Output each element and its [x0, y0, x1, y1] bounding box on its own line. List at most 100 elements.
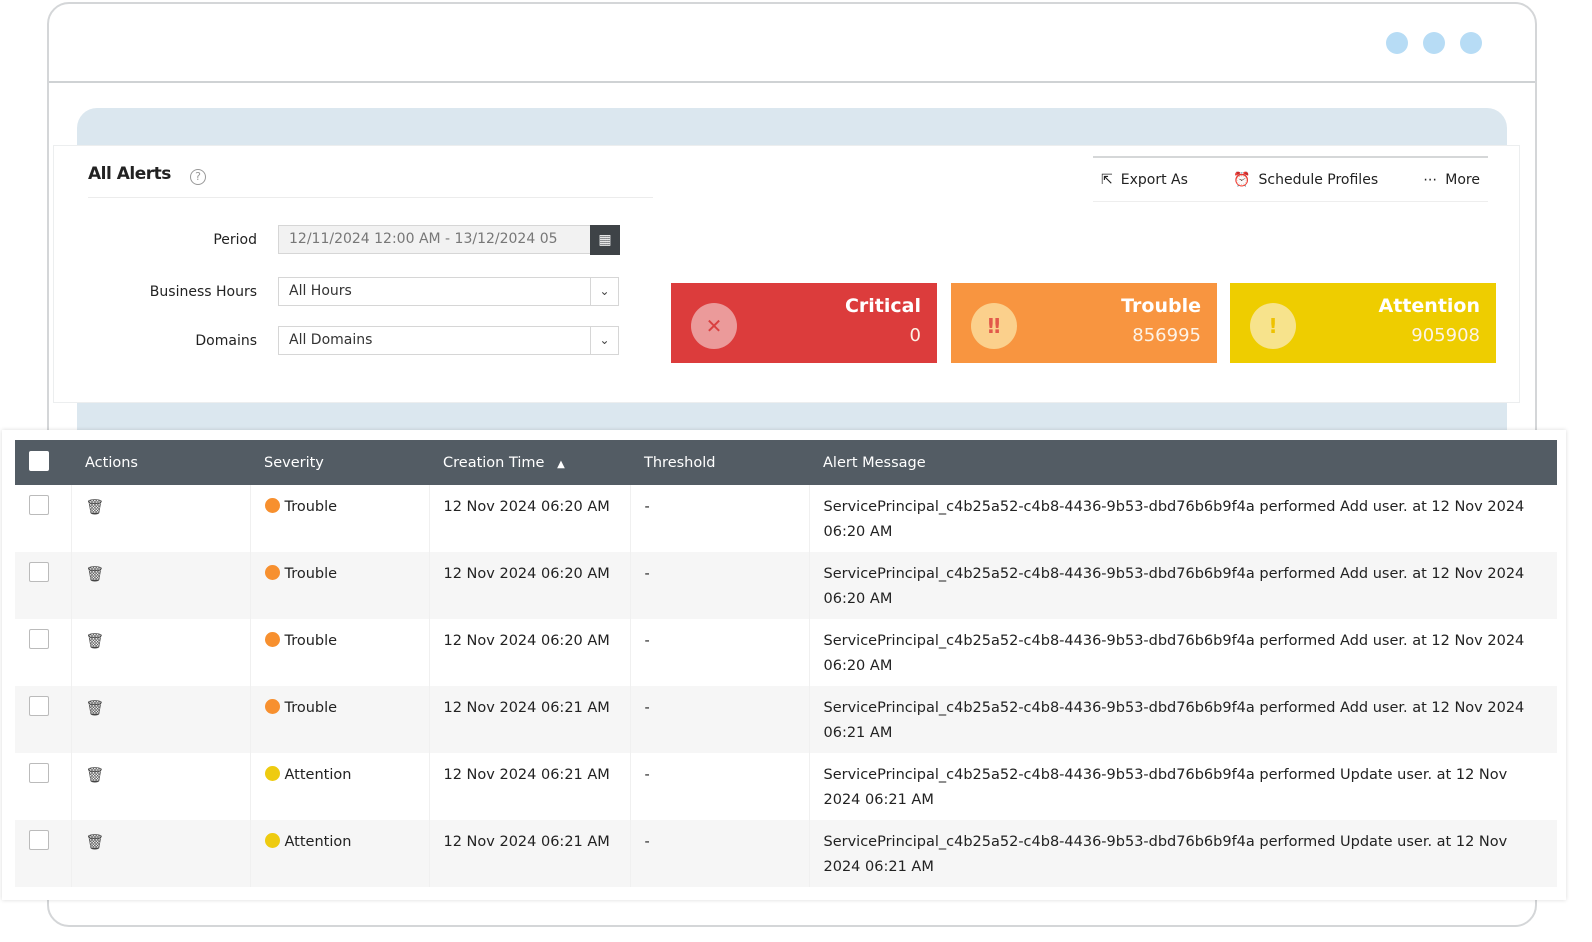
severity-label: Attention: [284, 834, 352, 850]
banner-band: [77, 402, 1507, 430]
table-row[interactable]: 🗑 Trouble 12 Nov 2024 06:21 AM - Service…: [15, 686, 1557, 753]
card-count: 0: [909, 325, 921, 346]
period-input[interactable]: 12/11/2024 12:00 AM - 13/12/2024 05: [278, 225, 591, 254]
table-row[interactable]: 🗑 Attention 12 Nov 2024 06:21 AM - Servi…: [15, 820, 1557, 887]
alert-message: ServicePrincipal_c4b25a52-c4b8-4436-9b53…: [823, 767, 1508, 808]
alert-message: ServicePrincipal_c4b25a52-c4b8-4436-9b53…: [823, 633, 1525, 674]
trash-icon[interactable]: 🗑: [86, 766, 105, 784]
window-dot: [1460, 32, 1482, 54]
row-checkbox[interactable]: [29, 696, 49, 716]
severity-dot-icon: [264, 833, 280, 848]
double-exclamation-icon: ‼: [971, 303, 1017, 349]
trash-icon[interactable]: 🗑: [86, 565, 105, 583]
col-creation-time[interactable]: Creation Time ▲: [429, 440, 630, 485]
alerts-table: Actions Severity Creation Time ▲ Thresho…: [2, 430, 1566, 900]
export-icon: ⇱: [1101, 171, 1113, 188]
alert-message: ServicePrincipal_c4b25a52-c4b8-4436-9b53…: [809, 552, 1557, 619]
domains-select[interactable]: All Domains ⌄: [278, 326, 619, 355]
more-icon: ⋯: [1423, 171, 1438, 188]
trouble-card[interactable]: ‼ Trouble 856995: [951, 283, 1217, 363]
severity-label: Attention: [284, 767, 352, 783]
sort-asc-icon: ▲: [557, 458, 565, 470]
col-severity[interactable]: Severity: [250, 440, 429, 485]
severity-dot-icon: [264, 699, 280, 714]
alerts-panel: All Alerts ? Period 12/11/2024 12:00 AM …: [53, 145, 1520, 403]
more-button[interactable]: ⋯ More: [1423, 172, 1480, 188]
row-checkbox[interactable]: [29, 495, 49, 515]
threshold: -: [630, 753, 810, 820]
severity-dot-icon: [264, 498, 280, 513]
calendar-icon[interactable]: ▦: [590, 225, 620, 255]
severity-label: Trouble: [284, 566, 338, 582]
business-hours-label: Business Hours: [149, 284, 257, 300]
export-button[interactable]: ⇱ Export As: [1101, 172, 1188, 188]
alert-message: ServicePrincipal_c4b25a52-c4b8-4436-9b53…: [809, 686, 1557, 753]
card-name: Trouble: [1121, 295, 1201, 317]
table-row[interactable]: 🗑 Trouble 12 Nov 2024 06:20 AM - Service…: [15, 619, 1557, 686]
export-label: Export As: [1120, 171, 1188, 188]
card-count: 856995: [1132, 325, 1201, 346]
threshold: -: [630, 820, 810, 887]
trash-icon[interactable]: 🗑: [86, 498, 105, 516]
banner-band: [77, 108, 1507, 145]
table-row[interactable]: 🗑 Trouble 12 Nov 2024 06:20 AM - Service…: [15, 552, 1557, 619]
divider: [88, 197, 653, 198]
col-alert-message[interactable]: Alert Message: [809, 440, 1557, 485]
alert-message: ServicePrincipal_c4b25a52-c4b8-4436-9b53…: [823, 499, 1525, 540]
period-label: Period: [213, 232, 257, 248]
creation-time: 12 Nov 2024 06:20 AM: [429, 552, 631, 619]
alarm-clock-icon: ⏰: [1233, 171, 1251, 188]
trash-icon[interactable]: 🗑: [86, 833, 105, 851]
help-icon[interactable]: ?: [190, 169, 206, 185]
exclamation-icon: !: [1250, 303, 1296, 349]
critical-card[interactable]: ✕ Critical 0: [671, 283, 937, 363]
attention-card[interactable]: ! Attention 905908: [1230, 283, 1496, 363]
row-checkbox[interactable]: [29, 562, 49, 582]
alert-message: ServicePrincipal_c4b25a52-c4b8-4436-9b53…: [809, 820, 1557, 887]
table-row[interactable]: 🗑 Attention 12 Nov 2024 06:21 AM - Servi…: [15, 753, 1557, 820]
domains-value: All Domains: [289, 332, 373, 348]
business-hours-select[interactable]: All Hours ⌄: [278, 277, 619, 306]
severity-label: Trouble: [284, 499, 338, 515]
card-name: Attention: [1378, 295, 1480, 317]
severity-dot-icon: [264, 766, 280, 781]
threshold: -: [630, 619, 810, 686]
business-hours-value: All Hours: [289, 283, 352, 299]
table-header: Actions Severity Creation Time ▲ Thresho…: [15, 440, 1557, 485]
threshold: -: [630, 686, 810, 753]
severity-dot-icon: [264, 565, 280, 580]
creation-time: 12 Nov 2024 06:20 AM: [429, 485, 631, 552]
creation-time: 12 Nov 2024 06:20 AM: [429, 619, 631, 686]
toolbar: ⇱ Export As ⏰ Schedule Profiles ⋯ More: [1093, 156, 1488, 202]
select-all-checkbox[interactable]: [29, 450, 49, 471]
chevron-down-icon[interactable]: ⌄: [590, 278, 618, 305]
row-checkbox[interactable]: [29, 830, 49, 850]
card-name: Critical: [844, 295, 921, 317]
severity-dot-icon: [264, 632, 280, 647]
domains-label: Domains: [195, 333, 257, 349]
close-circle-icon: ✕: [691, 303, 737, 349]
threshold: -: [630, 485, 810, 552]
more-label: More: [1445, 171, 1480, 188]
severity-label: Trouble: [284, 633, 338, 649]
col-actions: Actions: [71, 440, 250, 485]
trash-icon[interactable]: 🗑: [86, 632, 105, 650]
row-checkbox[interactable]: [29, 763, 49, 783]
window-header: [49, 4, 1535, 83]
col-threshold[interactable]: Threshold: [630, 440, 809, 485]
window-dot: [1423, 32, 1445, 54]
chevron-down-icon[interactable]: ⌄: [590, 327, 618, 354]
schedule-profiles-button[interactable]: ⏰ Schedule Profiles: [1233, 172, 1378, 188]
page-title: All Alerts: [88, 164, 171, 184]
threshold: -: [630, 552, 810, 619]
schedule-label: Schedule Profiles: [1258, 171, 1379, 188]
severity-label: Trouble: [284, 700, 338, 716]
creation-time: 12 Nov 2024 06:21 AM: [429, 820, 631, 887]
table-row[interactable]: 🗑 Trouble 12 Nov 2024 06:20 AM - Service…: [15, 485, 1557, 552]
trash-icon[interactable]: 🗑: [86, 699, 105, 717]
creation-time: 12 Nov 2024 06:21 AM: [429, 753, 631, 820]
col-creation-time-label: Creation Time: [443, 454, 545, 471]
creation-time: 12 Nov 2024 06:21 AM: [429, 686, 631, 753]
row-checkbox[interactable]: [29, 629, 49, 649]
window-dot: [1386, 32, 1408, 54]
